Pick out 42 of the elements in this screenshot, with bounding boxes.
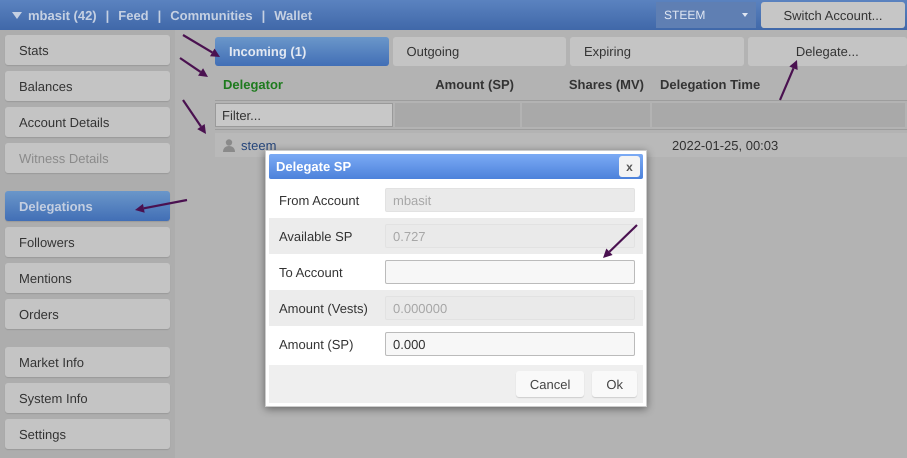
column-header[interactable]: Amount (SP) [395,77,522,92]
dialog-button[interactable]: Cancel [516,371,584,397]
sidebar-item[interactable]: Settings [5,419,170,449]
filter-field[interactable]: Filter... [215,103,393,127]
sidebar-item[interactable]: System Info [5,383,170,413]
field-label: To Account [279,264,344,280]
sidebar-item[interactable]: Orders [5,299,170,329]
field-label: Amount (Vests) [279,300,369,316]
arrow-annotation [179,57,208,77]
sidebar-item[interactable]: Stats [5,35,170,65]
dialog-title: Delegate SP [276,159,352,174]
arrow-annotation [135,198,188,213]
sidebar-item[interactable]: Market Info [5,347,170,377]
tab[interactable]: Expiring [570,37,744,66]
field-label: Amount (SP) [279,336,354,352]
tab[interactable]: Delegate... [748,37,907,66]
nav-separator: | [262,8,266,22]
column-header[interactable]: Shares (MV) [522,77,652,92]
switch-account-button[interactable]: Switch Account... [761,2,905,28]
dialog-button[interactable]: Ok [592,371,637,397]
sidebar-item[interactable]: Followers [5,227,170,257]
user-icon [223,138,235,152]
arrow-annotation [182,34,220,57]
input-field[interactable]: 0.000 [385,332,635,356]
delegator-link[interactable]: steem [241,138,276,152]
sidebar-item[interactable]: Mentions [5,263,170,293]
field-label: Available SP [279,228,354,244]
close-button[interactable]: x [619,156,640,177]
arrow-annotation [778,60,798,100]
nav-separator: | [158,8,162,22]
arrow-annotation [182,99,206,134]
caret-icon[interactable] [12,12,22,18]
table-cell-text: 2022-01-25, 00:03 [671,138,780,152]
caret-icon [742,13,748,17]
sidebar-item[interactable]: Balances [5,71,170,101]
column-header[interactable]: Delegation Time [652,77,907,92]
field-label: From Account [279,192,360,208]
nav-separator: | [106,8,110,22]
sidebar-item[interactable]: Account Details [5,107,170,137]
input-field[interactable] [385,260,635,284]
tab[interactable]: Outgoing [392,37,566,66]
arrow-annotation [603,224,638,258]
